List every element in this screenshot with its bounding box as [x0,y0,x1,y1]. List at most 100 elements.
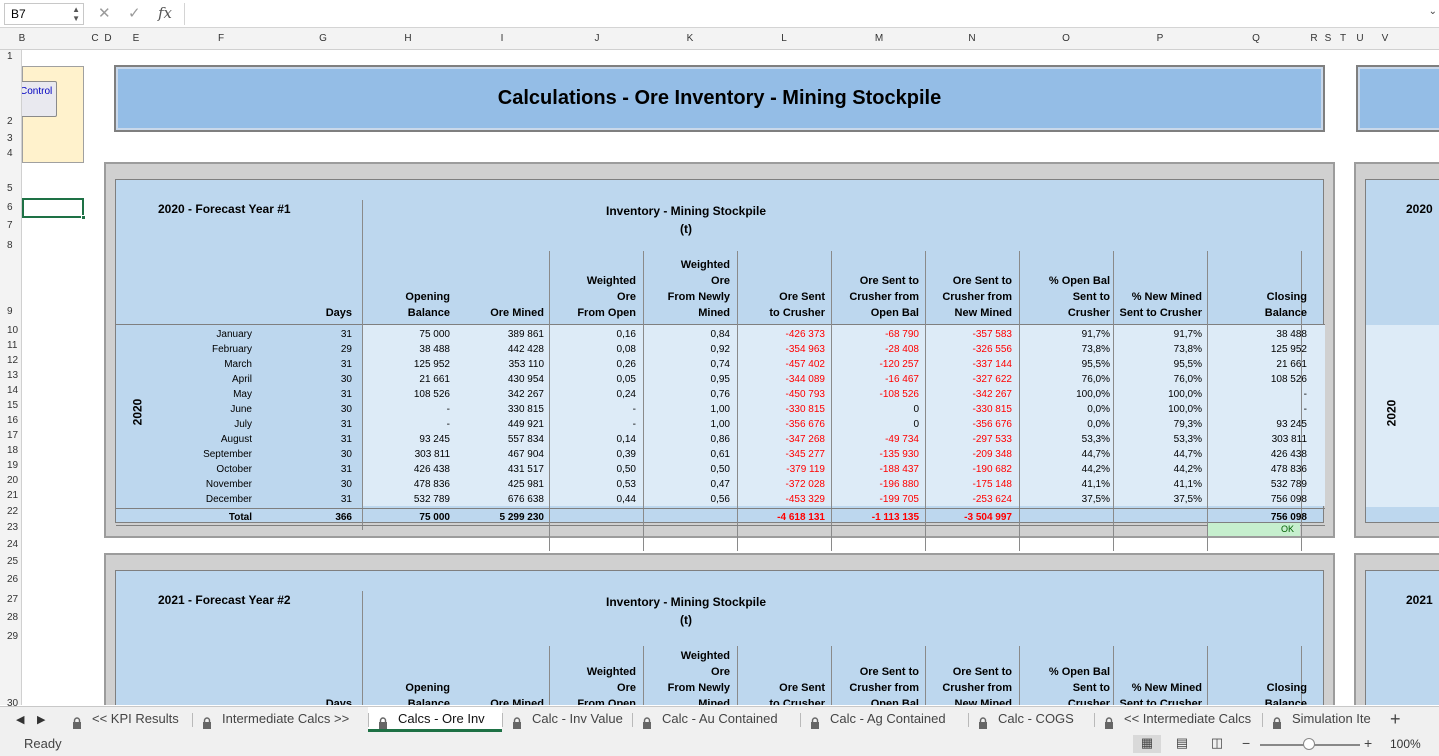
cell-wo[interactable]: - [546,417,636,432]
cell-wo[interactable]: 0,50 [546,462,636,477]
cell-wo[interactable]: 0,08 [546,342,636,357]
cell-so[interactable]: -188 437 [829,462,919,477]
cell-sn[interactable]: -342 267 [922,387,1012,402]
cell-po[interactable]: 100,0% [1020,387,1110,402]
cell-sn[interactable]: -330 815 [922,402,1012,417]
cell-om[interactable]: 557 834 [454,432,544,447]
cell-wo[interactable]: 0,16 [546,327,636,342]
row-header-29[interactable]: 29 [0,631,22,642]
row-header-19[interactable]: 19 [0,460,22,471]
row-header-27[interactable]: 27 [0,594,22,605]
cell-so[interactable]: 0 [829,402,919,417]
expand-formula-bar-icon[interactable]: ⌄ [1429,6,1437,17]
col-header-B[interactable]: B [16,28,28,50]
col-header-R[interactable]: R [1308,28,1320,50]
cell-ob[interactable]: 125 952 [360,357,450,372]
cell-om[interactable]: 430 954 [454,372,544,387]
cell-po[interactable]: 73,8% [1020,342,1110,357]
cell-d[interactable]: 30 [262,402,352,417]
row-header-9[interactable]: 9 [0,306,22,317]
cell-om[interactable]: 676 638 [454,492,544,507]
row-header-23[interactable]: 23 [0,522,22,533]
cell-wn[interactable]: 0,47 [640,477,730,492]
cell-wn[interactable]: 0,74 [640,357,730,372]
col-header-F[interactable]: F [215,28,227,50]
cell-om[interactable]: 425 981 [454,477,544,492]
row-header-26[interactable]: 26 [0,574,22,585]
cell-pn[interactable]: 76,0% [1112,372,1202,387]
row-header-24[interactable]: 24 [0,539,22,550]
cell-s[interactable]: -426 373 [735,327,825,342]
cell-sn[interactable]: -326 556 [922,342,1012,357]
total-so[interactable]: -1 113 135 [829,510,919,525]
cell-sn[interactable]: -327 622 [922,372,1012,387]
cell-om[interactable]: 330 815 [454,402,544,417]
name-box-dropdown-icon[interactable]: ▲ ▼ [72,5,80,23]
col-header-K[interactable]: K [684,28,696,50]
cell-ob[interactable]: 93 245 [360,432,450,447]
cell-so[interactable]: -16 467 [829,372,919,387]
cell-s[interactable]: -379 119 [735,462,825,477]
row-header-16[interactable]: 16 [0,415,22,426]
row-header-8[interactable]: 8 [0,240,22,251]
cell-cb[interactable]: 756 098 [1217,492,1307,507]
col-header-N[interactable]: N [966,28,978,50]
cell-d[interactable]: 30 [262,447,352,462]
col-header-C[interactable]: C [89,28,101,50]
cell-wn[interactable]: 0,50 [640,462,730,477]
row-header-1[interactable]: 1 [0,51,22,62]
cell-wo[interactable]: 0,39 [546,447,636,462]
cell-po[interactable]: 41,1% [1020,477,1110,492]
cell-om[interactable]: 389 861 [454,327,544,342]
cell-om[interactable]: 467 904 [454,447,544,462]
cell-sn[interactable]: -253 624 [922,492,1012,507]
cell-cb[interactable]: - [1217,387,1307,402]
cell-s[interactable]: -356 676 [735,417,825,432]
row-header-28[interactable]: 28 [0,612,22,623]
cell-wn[interactable]: 1,00 [640,417,730,432]
col-header-S[interactable]: S [1322,28,1334,50]
cell-cb[interactable]: 93 245 [1217,417,1307,432]
cell-so[interactable]: 0 [829,417,919,432]
cell-sn[interactable]: -190 682 [922,462,1012,477]
cell-pn[interactable]: 73,8% [1112,342,1202,357]
cell-wo[interactable]: 0,44 [546,492,636,507]
cell-pn[interactable]: 91,7% [1112,327,1202,342]
cell-s[interactable]: -457 402 [735,357,825,372]
cell-om[interactable]: 342 267 [454,387,544,402]
cell-sn[interactable]: -175 148 [922,477,1012,492]
row-header-6[interactable]: 6 [0,202,22,213]
row-header-21[interactable]: 21 [0,490,22,501]
total-sn[interactable]: -3 504 997 [922,510,1012,525]
cell-cb[interactable]: 108 526 [1217,372,1307,387]
cell-cb[interactable]: 478 836 [1217,462,1307,477]
col-header-G[interactable]: G [317,28,329,50]
formula-input[interactable] [184,3,1434,25]
row-header-4[interactable]: 4 [0,148,22,159]
col-header-M[interactable]: M [873,28,885,50]
confirm-icon[interactable]: ✓ [128,4,141,22]
page-layout-icon[interactable]: ▤ [1168,735,1196,753]
zoom-level[interactable]: 100% [1390,737,1421,751]
sheet-tab[interactable]: Calc - Inv Value [502,707,632,732]
cell-pn[interactable]: 44,2% [1112,462,1202,477]
cancel-icon[interactable]: ✕ [98,4,111,22]
col-header-L[interactable]: L [778,28,790,50]
cell-wo[interactable]: 0,53 [546,477,636,492]
cell-pn[interactable]: 37,5% [1112,492,1202,507]
col-header-I[interactable]: I [496,28,508,50]
cell-sn[interactable]: -337 144 [922,357,1012,372]
cell-po[interactable]: 76,0% [1020,372,1110,387]
row-header-7[interactable]: 7 [0,220,22,231]
cell-so[interactable]: -108 526 [829,387,919,402]
col-header-J[interactable]: J [591,28,603,50]
cell-so[interactable]: -68 790 [829,327,919,342]
cell-cb[interactable]: 38 488 [1217,327,1307,342]
cell-sn[interactable]: -357 583 [922,327,1012,342]
zoom-out-icon[interactable]: − [1242,735,1250,751]
cell-ob[interactable]: 38 488 [360,342,450,357]
cell-om[interactable]: 442 428 [454,342,544,357]
cell-ob[interactable]: 478 836 [360,477,450,492]
cell-wo[interactable]: 0,24 [546,387,636,402]
cell-s[interactable]: -345 277 [735,447,825,462]
